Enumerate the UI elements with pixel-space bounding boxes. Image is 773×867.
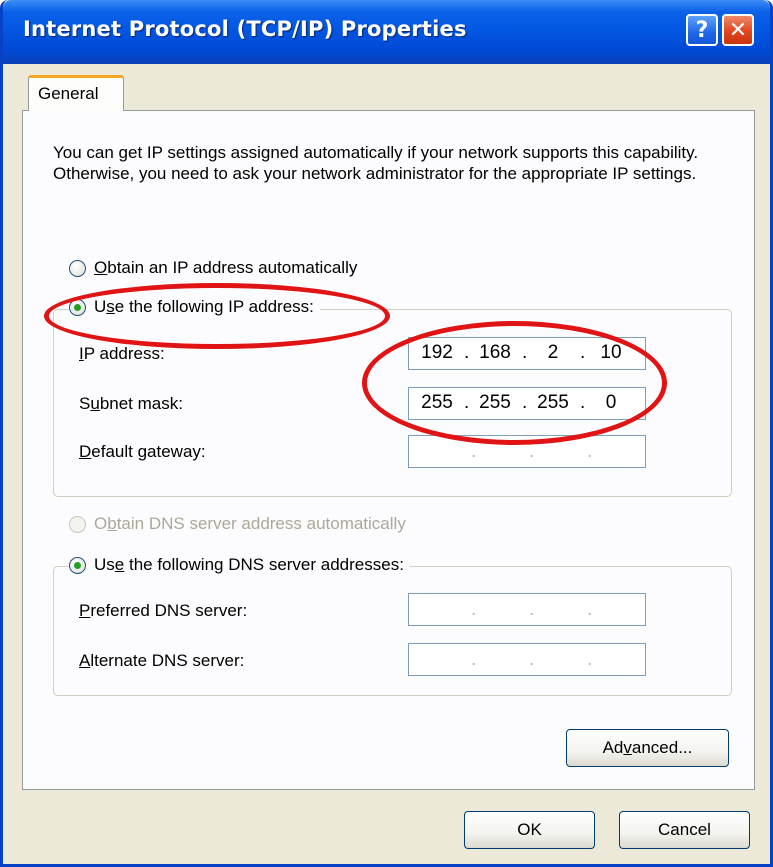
- radio-unchecked-icon: [69, 259, 86, 277]
- ok-button-label: OK: [517, 820, 542, 839]
- help-button[interactable]: ?: [686, 14, 718, 46]
- tab-general-label: General: [38, 84, 99, 103]
- ip-address-label: IP address:: [79, 344, 165, 363]
- radio-obtain-dns-auto[interactable]: Obtain DNS server address automatically: [69, 514, 406, 534]
- alternate-dns-label: Alternate DNS server:: [79, 651, 245, 670]
- radio-checked-icon: [69, 556, 86, 574]
- general-panel: You can get IP settings assigned automat…: [22, 110, 755, 790]
- dialog-window: Internet Protocol (TCP/IP) Properties ? …: [0, 0, 773, 867]
- radio-checked-icon: [69, 298, 86, 316]
- advanced-button-label: Advanced...: [602, 738, 693, 757]
- radio-use-following-dns[interactable]: Use the following DNS server addresses:: [69, 555, 410, 575]
- ok-button[interactable]: OK: [464, 811, 595, 849]
- window-title: Internet Protocol (TCP/IP) Properties: [23, 17, 467, 41]
- radio-disabled-icon: [69, 515, 86, 533]
- radio-obtain-ip-auto-label: Obtain an IP address automatically: [94, 258, 358, 277]
- dns-groupbox: [53, 566, 732, 696]
- default-gateway-label: Default gateway:: [79, 442, 206, 461]
- radio-use-following-ip[interactable]: Use the following IP address:: [69, 297, 320, 317]
- subnet-mask-label: Subnet mask:: [79, 394, 183, 413]
- default-gateway-input[interactable]: . . .: [408, 435, 646, 468]
- tab-general[interactable]: General: [28, 75, 124, 111]
- preferred-dns-label: Preferred DNS server:: [79, 601, 248, 620]
- alternate-dns-input[interactable]: . . .: [408, 643, 646, 676]
- preferred-dns-input[interactable]: . . .: [408, 593, 646, 626]
- subnet-mask-input[interactable]: 255 . 255 . 255 . 0: [408, 387, 646, 420]
- cancel-button[interactable]: Cancel: [619, 811, 750, 849]
- title-bar[interactable]: Internet Protocol (TCP/IP) Properties ? …: [3, 0, 770, 64]
- close-icon: ✕: [728, 17, 748, 43]
- radio-obtain-ip-auto[interactable]: Obtain an IP address automatically: [69, 258, 357, 278]
- cancel-button-label: Cancel: [658, 820, 711, 839]
- help-icon: ?: [695, 17, 709, 43]
- ip-address-input[interactable]: 192 . 168 . 2 . 10: [408, 337, 646, 370]
- radio-use-following-dns-label: Use the following DNS server addresses:: [94, 555, 404, 574]
- radio-obtain-dns-auto-label: Obtain DNS server address automatically: [94, 514, 406, 533]
- close-button[interactable]: ✕: [722, 14, 754, 46]
- radio-use-following-ip-label: Use the following IP address:: [94, 297, 314, 316]
- advanced-button[interactable]: Advanced...: [566, 729, 729, 767]
- intro-text: You can get IP settings assigned automat…: [53, 143, 699, 183]
